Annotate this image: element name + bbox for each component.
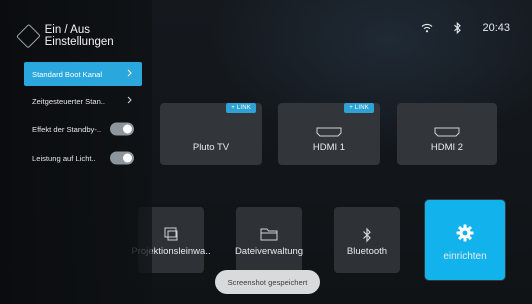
- settings-panel: Ein / Aus Einstellungen Standard Boot Ka…: [0, 0, 152, 304]
- toast-notification: Screenshot gespeichert: [215, 270, 320, 294]
- folder-icon: [260, 227, 278, 244]
- app-tile-settings[interactable]: einrichten: [425, 200, 505, 280]
- app-label: einrichten: [443, 251, 487, 262]
- menu-item-label: Leistung auf Licht..: [32, 153, 96, 163]
- link-badge: + LINK: [226, 103, 256, 113]
- menu-item-power-light[interactable]: Leistung auf Licht..: [24, 146, 142, 170]
- source-tile-hdmi-2[interactable]: HDMI 2: [397, 103, 497, 165]
- clock: 20:43: [482, 22, 510, 34]
- chevron-right-icon: [127, 69, 132, 79]
- power-settings-icon: [16, 23, 41, 49]
- menu-item-standby-effect[interactable]: Effekt der Standby-..: [24, 117, 142, 141]
- source-label: HDMI 2: [430, 142, 464, 153]
- cast-icon: [163, 227, 179, 244]
- menu-item-label: Zeitgesteuerter Stan..: [32, 96, 106, 106]
- power-light-toggle[interactable]: [110, 151, 134, 165]
- menu-item-timed-standby[interactable]: Zeitgesteuerter Stan..: [24, 89, 142, 113]
- panel-title: Ein / Aus Einstellungen: [44, 24, 114, 48]
- wifi-icon: [421, 23, 433, 33]
- app-tile-bluetooth[interactable]: Bluetooth: [334, 207, 400, 273]
- chevron-right-icon: [127, 96, 132, 106]
- source-label: Pluto TV: [192, 142, 230, 153]
- hdmi-port-icon: [434, 127, 460, 140]
- bluetooth-icon: [453, 22, 462, 34]
- source-label: HDMI 1: [312, 142, 346, 153]
- app-label: Dateiverwaltung: [234, 246, 304, 257]
- source-tile-pluto-tv[interactable]: + LINK Pluto TV: [160, 103, 262, 165]
- settings-gear-icon: [456, 224, 474, 245]
- panel-header: Ein / Aus Einstellungen: [16, 23, 152, 49]
- hdmi-port-icon: [316, 127, 342, 140]
- standby-effect-toggle[interactable]: [110, 122, 134, 136]
- app-label: Bluetooth: [346, 246, 388, 257]
- app-tile-file-manager[interactable]: Dateiverwaltung: [234, 207, 304, 273]
- menu-item-label: Effekt der Standby-..: [32, 124, 102, 134]
- menu-item-label: Standard Boot Kanal: [32, 69, 103, 79]
- link-badge: + LINK: [344, 103, 374, 113]
- bluetooth-icon: [362, 227, 372, 246]
- menu-item-standard-boot-channel[interactable]: Standard Boot Kanal: [24, 62, 142, 86]
- source-tile-hdmi-1[interactable]: + LINK HDMI 1: [278, 103, 380, 165]
- status-bar: 20:43: [421, 22, 510, 34]
